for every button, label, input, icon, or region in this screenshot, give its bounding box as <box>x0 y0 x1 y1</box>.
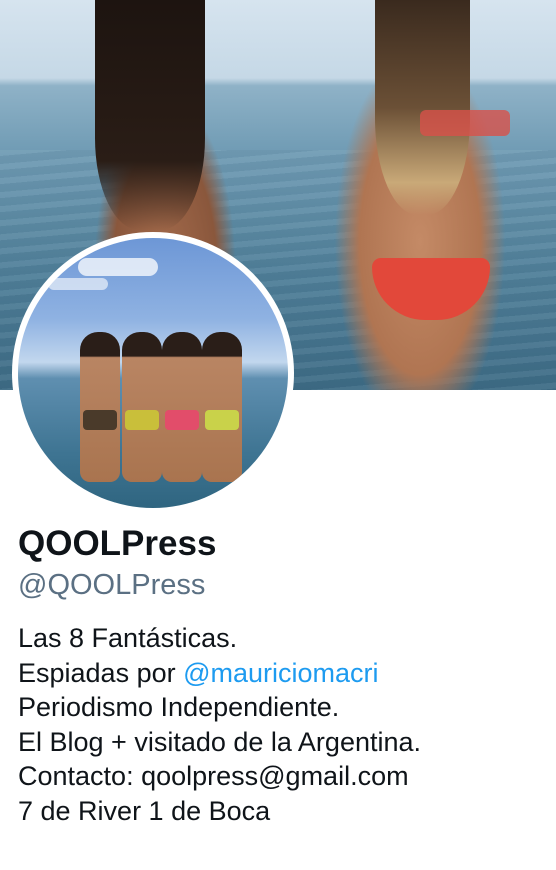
bio-text: Espiadas por <box>18 657 184 688</box>
avatar-person <box>162 332 202 482</box>
profile-card: QOOLPress @QOOLPress Las 8 Fantásticas. … <box>0 0 556 870</box>
banner-hair-right <box>375 0 470 215</box>
bio-line: Contacto: qoolpress@gmail.com <box>18 761 409 791</box>
bio-line: El Blog + visitado de la Argentina. <box>18 726 422 757</box>
display-name: QOOLPress <box>18 524 217 563</box>
avatar-person <box>80 332 120 482</box>
user-handle: @QOOLPress <box>18 569 206 601</box>
bio-line: 7 de River 1 de Boca <box>18 795 271 826</box>
avatar-person <box>122 332 162 482</box>
avatar[interactable] <box>12 232 294 514</box>
avatar-cloud <box>78 258 158 276</box>
avatar-swimsuit <box>165 410 199 430</box>
mention-link[interactable]: @mauriciomacri <box>183 658 378 688</box>
bio-line: Espiadas por @mauriciomacri <box>18 656 548 691</box>
bio-line: Las 8 Fantásticas. <box>18 623 238 653</box>
avatar-cloud <box>48 278 108 290</box>
banner-strap <box>420 110 510 136</box>
avatar-person <box>202 332 242 482</box>
avatar-swimsuit <box>125 410 159 430</box>
bio-line: Periodismo Independiente. <box>18 692 340 722</box>
profile-bio: Las 8 Fantásticas. Espiadas por @maurici… <box>18 621 548 828</box>
avatar-photo <box>18 238 288 508</box>
banner-hair-left <box>95 0 205 230</box>
avatar-swimsuit <box>205 410 239 430</box>
avatar-swimsuit <box>83 410 117 430</box>
